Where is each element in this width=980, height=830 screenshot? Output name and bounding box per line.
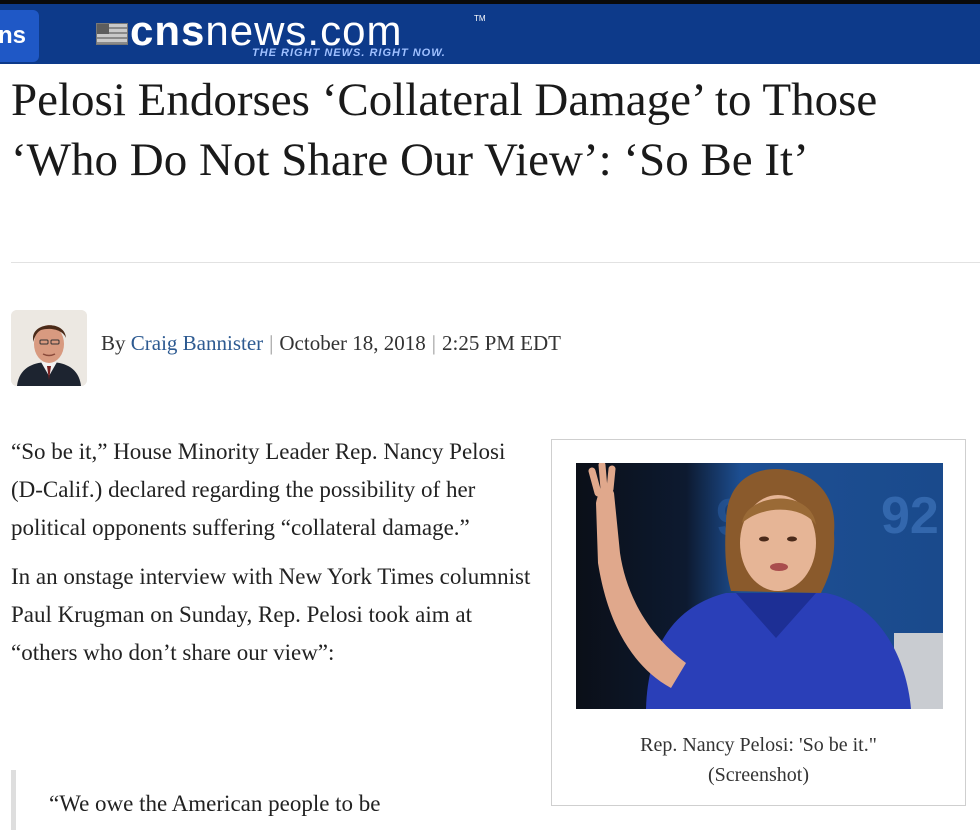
trademark-mark: TM	[474, 14, 486, 23]
article-headline: Pelosi Endorses ‘Collateral Damage’ to T…	[11, 74, 878, 186]
author-avatar[interactable]	[11, 310, 87, 386]
flag-icon	[96, 23, 128, 45]
site-tagline: THE RIGHT NEWS. RIGHT NOW.	[252, 47, 446, 59]
byline: By Craig Bannister | October 18, 2018 | 2:25…	[101, 331, 561, 356]
caption-credit: (Screenshot)	[707, 764, 810, 786]
byline-prefix: By	[101, 331, 126, 355]
caption-line: Rep. Nancy Pelosi: 'So be it."	[640, 734, 877, 756]
blockquote: “We owe the American people to be	[11, 770, 531, 830]
author-link[interactable]: Craig Bannister	[131, 331, 263, 355]
publish-date: October 18, 2018	[279, 331, 426, 355]
figure-caption: Rep. Nancy Pelosi: 'So be it." (Screensh…	[552, 730, 965, 790]
site-header: ns cnsnews.com TM THE RIGHT NEWS. RIGHT …	[0, 0, 980, 64]
headline-divider	[11, 262, 980, 263]
blockquote-text: “We owe the American people to be	[49, 791, 381, 816]
publish-time: 2:25 PM EDT	[441, 331, 561, 355]
byline-separator: |	[269, 331, 274, 355]
backdrop-number: 92	[881, 487, 939, 545]
paragraph: “So be it,” House Minority Leader Rep. N…	[11, 439, 506, 540]
article-photo[interactable]: 92 9	[576, 463, 943, 709]
article-body: “So be it,” House Minority Leader Rep. N…	[11, 433, 541, 683]
paragraph: In an onstage interview with New York Ti…	[11, 564, 531, 665]
byline-separator: |	[431, 331, 436, 355]
pelosi-photo-image: 92 9	[576, 463, 943, 709]
article-figure: 92 9 Rep. Nancy Pelosi: 'So be it." (Scr…	[551, 439, 966, 806]
site-logo[interactable]: cnsnews.com TM THE RIGHT NEWS. RIGHT NOW…	[96, 8, 496, 61]
author-portrait-icon	[11, 310, 87, 386]
nav-tab[interactable]: ns	[0, 10, 39, 62]
logo-bold: cns	[130, 7, 206, 54]
